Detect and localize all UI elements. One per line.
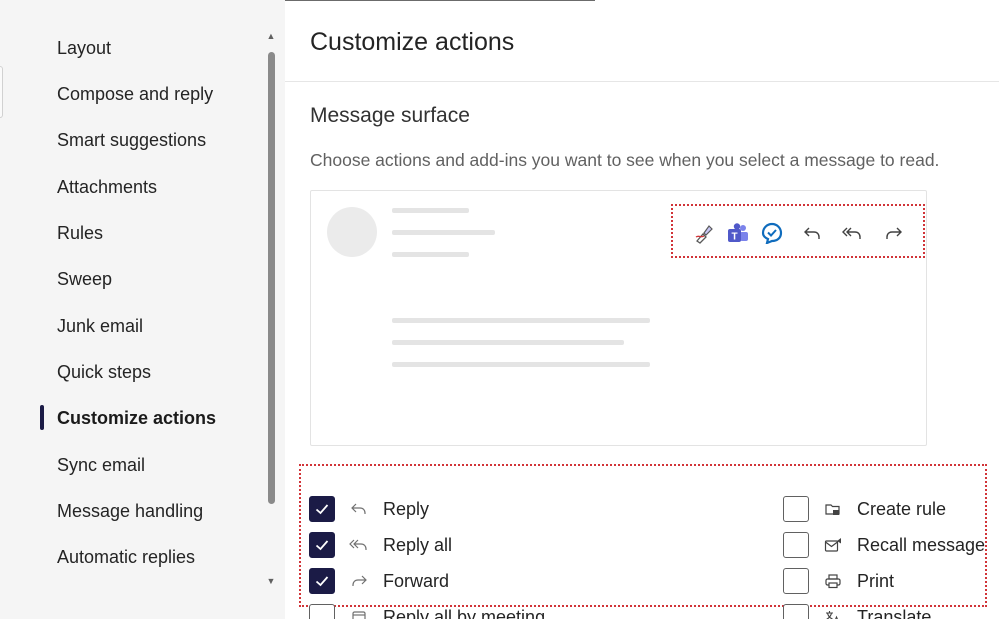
page-title: Customize actions: [310, 28, 515, 56]
preview-toolbar-highlight: T: [671, 204, 925, 258]
section-description: Choose actions and add-ins you want to s…: [310, 150, 940, 170]
action-translate[interactable]: Translate: [783, 604, 931, 619]
teams-icon[interactable]: T: [725, 220, 751, 246]
nav-item-rules[interactable]: Rules: [57, 223, 103, 244]
nav-item-layout[interactable]: Layout: [57, 38, 111, 59]
scroll-down-arrow-icon[interactable]: ▼: [265, 576, 277, 586]
action-print[interactable]: Print: [783, 568, 894, 594]
recall-message-icon: [823, 535, 843, 555]
avatar-placeholder: [327, 207, 377, 257]
print-icon: [823, 571, 843, 591]
create-rule-checkbox[interactable]: [783, 496, 809, 522]
body-placeholder-line: [392, 362, 650, 367]
reply-all-icon[interactable]: [839, 220, 865, 246]
translate-label: Translate: [857, 606, 932, 619]
sender-placeholder-line: [392, 208, 469, 213]
reply-all-by-meeting-label: Reply all by meeting: [383, 606, 546, 619]
nav-item-automatic-replies[interactable]: Automatic replies: [57, 547, 195, 568]
nav-item-sweep[interactable]: Sweep: [57, 269, 112, 290]
reply-all-checkbox[interactable]: [309, 532, 335, 558]
recall-message-checkbox[interactable]: [783, 532, 809, 558]
nav-item-message-handling[interactable]: Message handling: [57, 501, 203, 522]
reply-checkbox[interactable]: [309, 496, 335, 522]
forward-icon: [349, 571, 369, 591]
subject-placeholder-line: [392, 230, 495, 235]
date-placeholder-line: [392, 252, 469, 257]
nav-item-junk-email[interactable]: Junk email: [57, 316, 143, 337]
nav-item-sync-email[interactable]: Sync email: [57, 455, 145, 476]
checkmark-icon: [315, 504, 329, 515]
print-label: Print: [857, 570, 895, 591]
nav-item-customize-actions[interactable]: Customize actions: [57, 408, 216, 429]
body-placeholder-line: [392, 340, 624, 345]
nav-item-attachments[interactable]: Attachments: [57, 177, 157, 198]
nav-item-compose-and-reply[interactable]: Compose and reply: [57, 84, 213, 105]
viva-insights-icon[interactable]: [759, 220, 785, 246]
translate-icon: [823, 607, 843, 619]
print-checkbox[interactable]: [783, 568, 809, 594]
calendar-reply-icon: [349, 607, 369, 619]
header-divider: [285, 81, 999, 82]
action-recall-message[interactable]: Recall message: [783, 532, 985, 558]
action-forward[interactable]: Forward: [309, 568, 449, 594]
nav-item-quick-steps[interactable]: Quick steps: [57, 362, 151, 383]
reply-icon: [349, 499, 369, 519]
forward-checkbox[interactable]: [309, 568, 335, 594]
message-preview: T: [310, 190, 927, 446]
settings-content: Customize actions Message surface Choose…: [285, 0, 999, 619]
sign-addin-icon[interactable]: [691, 220, 717, 246]
create-rule-icon: [823, 499, 843, 519]
forward-icon[interactable]: [881, 220, 907, 246]
checkmark-icon: [315, 576, 329, 587]
reply-label: Reply: [383, 498, 430, 519]
action-reply-all[interactable]: Reply all: [309, 532, 452, 558]
active-indicator: [40, 405, 44, 430]
reply-all-by-meeting-checkbox[interactable]: [309, 604, 335, 619]
section-title: Message surface: [310, 104, 470, 127]
create-rule-label: Create rule: [857, 498, 947, 519]
settings-window: Layout Compose and reply Smart suggestio…: [0, 0, 999, 619]
action-create-rule[interactable]: Create rule: [783, 496, 946, 522]
settings-nav: Layout Compose and reply Smart suggestio…: [0, 0, 285, 619]
recall-message-label: Recall message: [857, 534, 986, 555]
reply-all-icon: [349, 535, 369, 555]
translate-checkbox[interactable]: [783, 604, 809, 619]
reply-icon[interactable]: [799, 220, 825, 246]
action-reply[interactable]: Reply: [309, 496, 429, 522]
forward-label: Forward: [383, 570, 450, 591]
nav-scrollbar-thumb[interactable]: [268, 52, 275, 504]
action-reply-all-by-meeting[interactable]: Reply all by meeting: [309, 604, 545, 619]
checkmark-icon: [315, 540, 329, 551]
nav-item-smart-suggestions[interactable]: Smart suggestions: [57, 130, 206, 151]
svg-text:T: T: [731, 232, 737, 243]
scroll-up-arrow-icon[interactable]: ▲: [265, 31, 277, 41]
collapsed-pane-edge: [0, 66, 3, 118]
body-placeholder-line: [392, 318, 650, 323]
reply-all-label: Reply all: [383, 534, 453, 555]
